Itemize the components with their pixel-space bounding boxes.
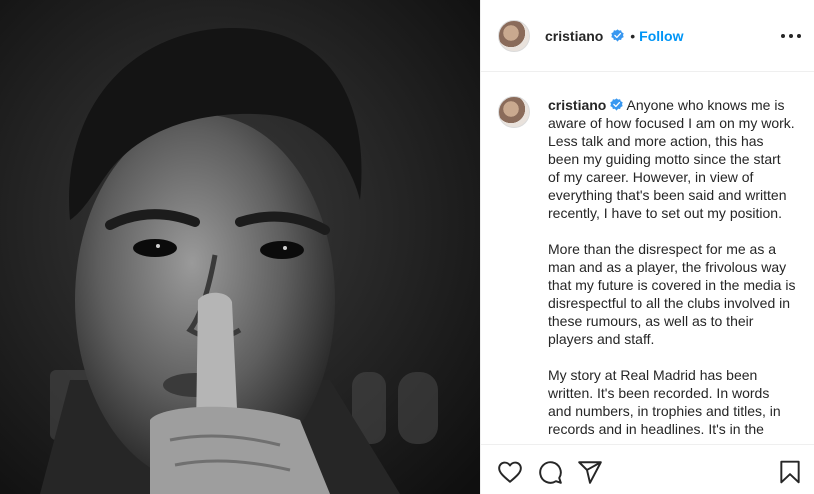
share-icon[interactable] [577, 459, 603, 485]
bookmark-icon[interactable] [777, 459, 803, 485]
caption-paragraph: cristiano Anyone who knows me is aware o… [548, 97, 795, 221]
caption-paragraph: More than the disrespect for me as a man… [548, 241, 796, 347]
comments-area[interactable]: cristiano Anyone who knows me is aware o… [481, 72, 814, 444]
avatar[interactable] [498, 19, 530, 52]
caption-username[interactable]: cristiano [548, 97, 624, 113]
verified-badge-icon [610, 98, 624, 111]
caption-avatar[interactable] [498, 96, 530, 128]
follow-button[interactable]: Follow [639, 28, 683, 44]
caption-paragraph: My story at Real Madrid has been written… [548, 367, 781, 437]
post-side-panel: cristiano • Follow cristiano Anyone who … [480, 0, 814, 494]
action-bar [481, 444, 814, 494]
comment-icon[interactable] [537, 459, 563, 485]
heart-icon[interactable] [497, 459, 523, 485]
post-header: cristiano • Follow [481, 0, 814, 72]
caption: cristiano Anyone who knows me is aware o… [548, 96, 796, 444]
header-username[interactable]: cristiano [545, 28, 624, 44]
verified-badge-icon [611, 28, 624, 42]
more-options-icon[interactable] [781, 28, 801, 44]
post-photo[interactable] [0, 0, 480, 494]
post-image [0, 0, 480, 494]
caption-row: cristiano Anyone who knows me is aware o… [481, 72, 814, 444]
username-link[interactable]: cristiano [545, 28, 603, 44]
separator-dot: • [630, 27, 636, 44]
